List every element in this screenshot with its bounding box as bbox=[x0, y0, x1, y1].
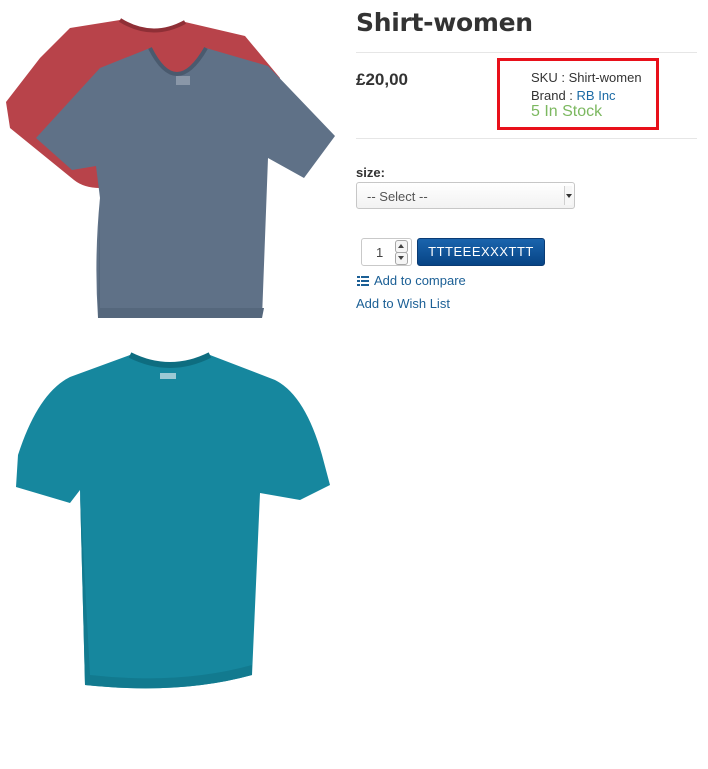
brand-label: Brand : bbox=[531, 88, 577, 103]
product-gallery bbox=[0, 0, 345, 769]
stock-status: 5 In Stock bbox=[531, 103, 603, 120]
add-to-wishlist-link[interactable]: Add to Wish List bbox=[356, 296, 450, 311]
brand-line: Brand : RB Inc bbox=[531, 88, 616, 103]
add-to-compare-label: Add to compare bbox=[374, 273, 466, 288]
divider bbox=[356, 52, 697, 53]
product-price: £20,00 bbox=[356, 70, 408, 89]
decrement-arrow-icon[interactable] bbox=[395, 252, 408, 265]
divider bbox=[356, 138, 697, 139]
product-image-vneck-shirts[interactable] bbox=[0, 18, 345, 323]
add-to-compare-link[interactable]: Add to compare bbox=[357, 273, 466, 288]
size-select[interactable]: -- Select -- bbox=[356, 182, 575, 209]
size-label: size: bbox=[356, 165, 385, 180]
sku-value: Shirt-women bbox=[568, 70, 642, 85]
sku-line: SKU : Shirt-women bbox=[531, 70, 642, 85]
product-title: Shirt-women bbox=[356, 8, 533, 37]
dropdown-arrow-icon bbox=[564, 186, 572, 205]
size-select-value: -- Select -- bbox=[367, 189, 428, 204]
list-icon bbox=[357, 276, 369, 286]
quantity-stepper[interactable]: 1 bbox=[361, 238, 412, 266]
sku-label: SKU : bbox=[531, 70, 569, 85]
brand-link[interactable]: RB Inc bbox=[577, 88, 616, 103]
product-image-teal-tshirt[interactable] bbox=[0, 345, 345, 700]
add-to-cart-button[interactable]: TTTEEEXXXTTT bbox=[417, 238, 545, 266]
quantity-value[interactable]: 1 bbox=[376, 245, 383, 260]
